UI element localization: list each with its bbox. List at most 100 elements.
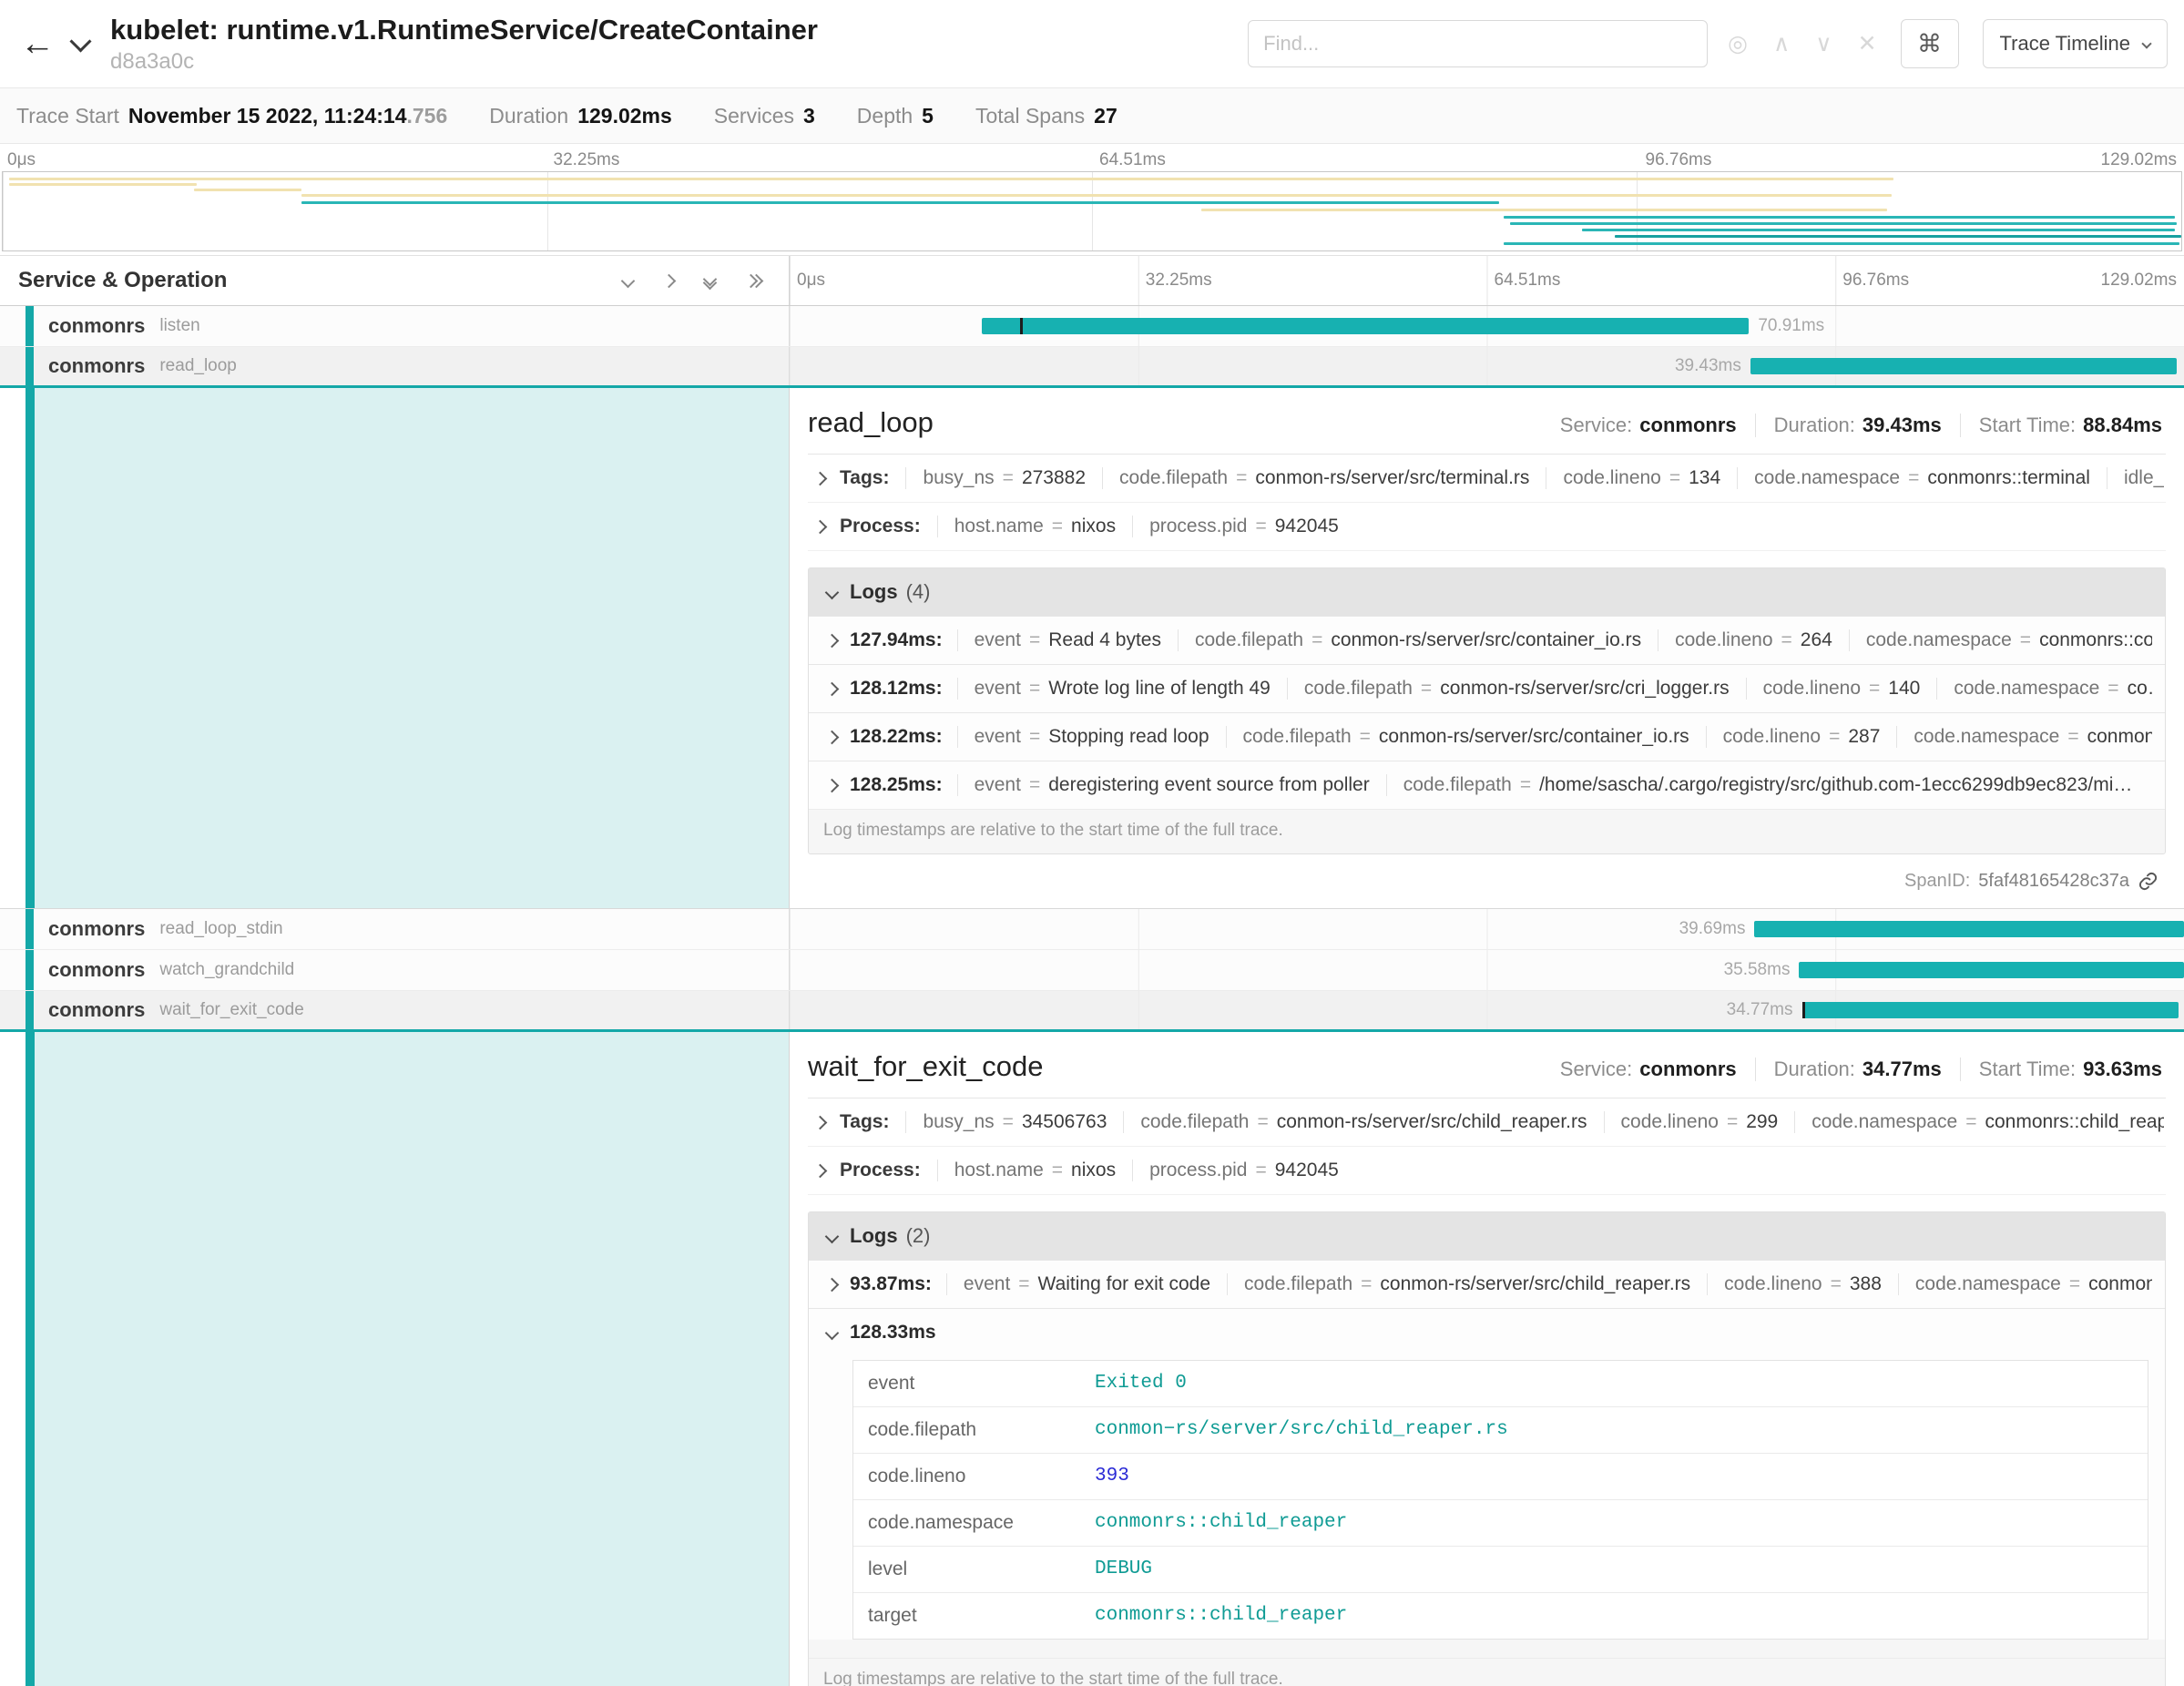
focus-result-icon[interactable]: ◎	[1728, 33, 1748, 56]
expand-all-icon[interactable]	[746, 276, 761, 286]
logs-header[interactable]: Logs (4)	[809, 568, 2165, 616]
tag-item: event=Waiting for exit code	[946, 1273, 1227, 1295]
back-button[interactable]: ←	[11, 26, 64, 61]
equals-sign: =	[1669, 467, 1680, 488]
tags-row[interactable]: Tags: busy_ns=273882code.filepath=conmon…	[808, 455, 2166, 503]
tag-key: code.filepath	[1244, 1273, 1352, 1294]
log-field-value: Exited 0	[1086, 1361, 2148, 1406]
tag-key: event	[975, 629, 1021, 650]
log-field-key: code.lineno	[853, 1454, 1086, 1499]
operation-name: wait_for_exit_code	[159, 1000, 303, 1020]
tag-value: 388	[1850, 1273, 1882, 1294]
equals-sign: =	[1831, 1273, 1842, 1294]
log-field-row: code.namespace conmonrs::child_reaper	[853, 1500, 2148, 1547]
expand-one-icon[interactable]	[664, 276, 674, 286]
tag-value: Wrote log line of length 49	[1048, 678, 1271, 699]
chevron-right-icon	[825, 681, 840, 696]
tag-value: 299	[1746, 1111, 1778, 1132]
log-field-value: DEBUG	[1086, 1547, 2148, 1592]
minimap-span-line	[301, 201, 1500, 204]
minimap-span-line	[1615, 235, 2181, 238]
tag-key: code.lineno	[1724, 1273, 1822, 1294]
logs-note: Log timestamps are relative to the start…	[809, 809, 2165, 853]
timeline-ruler[interactable]: 0μs 32.25ms 64.51ms 96.76ms 129.02ms	[790, 256, 2184, 305]
tag-item: event=deregistering event source from po…	[957, 774, 1386, 796]
log-fields: event=Waiting for exit code code.filepath…	[946, 1273, 2152, 1295]
tag-item: code.namespace=conmonrs::co…	[1849, 629, 2152, 651]
span-detail-meta: Service:conmonrs Duration:39.43ms Start …	[1542, 414, 2166, 437]
logs-note: Log timestamps are relative to the start…	[809, 1658, 2165, 1686]
link-icon[interactable]	[2138, 871, 2158, 892]
tag-item: code.lineno=140	[1746, 678, 1937, 700]
prev-result-icon[interactable]: ∧	[1773, 33, 1790, 56]
collapse-all-icon[interactable]	[705, 274, 715, 288]
tag-value: 264	[1801, 629, 1832, 650]
next-result-icon[interactable]: ∨	[1815, 33, 1832, 56]
span-bar[interactable]	[982, 318, 1749, 334]
detail-service: conmonrs	[1639, 414, 1736, 436]
minimap-span-line	[1201, 209, 1887, 211]
log-field-key: level	[853, 1547, 1086, 1592]
log-entry[interactable]: 128.22ms: event=Stopping read loopcode.f…	[809, 712, 2165, 761]
trace-timeline-dropdown[interactable]: Trace Timeline	[1983, 19, 2168, 68]
tag-key: code.filepath	[1195, 629, 1303, 650]
detail-highlight	[35, 1032, 789, 1686]
log-timestamp: 128.12ms:	[850, 678, 943, 700]
tag-value: 273882	[1022, 467, 1086, 488]
title-block: kubelet: runtime.v1.RuntimeService/Creat…	[94, 14, 1248, 75]
log-entry[interactable]: 93.87ms: event=Waiting for exit codecode…	[809, 1260, 2165, 1308]
span-bar[interactable]	[1750, 358, 2177, 374]
timeline-minimap[interactable]: 0μs 32.25ms 64.51ms 96.76ms 129.02ms	[0, 144, 2184, 255]
detail-start-time: 93.63ms	[2083, 1058, 2162, 1080]
tag-key: host.name	[954, 516, 1044, 536]
logs-header[interactable]: Logs (2)	[809, 1212, 2165, 1260]
expand-collapse-controls	[623, 274, 761, 288]
clear-search-icon[interactable]: ✕	[1858, 33, 1877, 56]
tag-key: event	[975, 678, 1021, 699]
tag-value: conmon-rs/server/src/cri_logger.rs	[1440, 678, 1729, 699]
chevron-down-icon	[825, 1229, 840, 1243]
log-field-row: event Exited 0	[853, 1361, 2148, 1407]
span-bar[interactable]	[1754, 921, 2184, 937]
trace-timeline-view: ← kubelet: runtime.v1.RuntimeService/Cre…	[0, 0, 2184, 1686]
log-entry[interactable]: 128.12ms: event=Wrote log line of length…	[809, 664, 2165, 712]
equals-sign: =	[2067, 726, 2078, 747]
chevron-right-icon	[813, 519, 828, 534]
span-row-listen[interactable]: conmonrs listen 70.91ms	[0, 306, 2184, 347]
collapse-one-icon[interactable]	[623, 276, 633, 286]
span-detail-read-loop: read_loop Service:conmonrs Duration:39.4…	[0, 388, 2184, 909]
minimap-tick: 32.25ms	[554, 150, 620, 170]
span-row-wait-for-exit-code[interactable]: conmonrs wait_for_exit_code 34.77ms	[0, 991, 2184, 1032]
tag-item: process.pid=942045	[1132, 516, 1355, 537]
tag-item: code.filepath=conmon-rs/server/src/child…	[1123, 1111, 1603, 1133]
tag-key: code.lineno	[1675, 629, 1772, 650]
operation-name: watch_grandchild	[159, 960, 294, 980]
tag-value: Waiting for exit code	[1038, 1273, 1210, 1294]
span-bar[interactable]	[1799, 962, 2184, 978]
span-bar[interactable]	[1802, 1002, 2179, 1018]
log-entry[interactable]: 128.25ms: event=deregistering event sour…	[809, 761, 2165, 809]
tag-value: 34506763	[1022, 1111, 1107, 1132]
ruler-tick: 32.25ms	[1146, 271, 1212, 291]
log-entry-expanded-header[interactable]: 128.33ms	[809, 1309, 2165, 1356]
span-row-read-loop[interactable]: conmonrs read_loop 39.43ms	[0, 347, 2184, 388]
find-input[interactable]	[1248, 20, 1708, 67]
operation-name: read_loop_stdin	[159, 919, 282, 939]
process-row[interactable]: Process: host.name=nixosprocess.pid=9420…	[808, 503, 2166, 551]
process-row[interactable]: Process: host.name=nixosprocess.pid=9420…	[808, 1147, 2166, 1195]
log-field-row: code.lineno 393	[853, 1454, 2148, 1500]
tag-key: code.filepath	[1304, 678, 1413, 699]
service-operation-title: Service & Operation	[18, 268, 227, 293]
tags-row[interactable]: Tags: busy_ns=34506763code.filepath=conm…	[808, 1098, 2166, 1147]
keyboard-shortcuts-button[interactable]: ⌘	[1901, 19, 1959, 68]
log-entry[interactable]: 127.94ms: event=Read 4 bytescode.filepat…	[809, 616, 2165, 664]
tag-value: conmon-rs/server/src/container_io.rs	[1331, 629, 1641, 650]
log-field-value: conmonrs::child_reaper	[1086, 1593, 2148, 1639]
collapse-trace-header-icon[interactable]	[73, 33, 88, 55]
span-row-read-loop-stdin[interactable]: conmonrs read_loop_stdin 39.69ms	[0, 909, 2184, 950]
minimap-canvas[interactable]	[2, 171, 2182, 251]
tag-key: code.namespace	[1866, 629, 2012, 650]
tag-key: code.namespace	[1811, 1111, 1957, 1132]
span-row-watch-grandchild[interactable]: conmonrs watch_grandchild 35.58ms	[0, 950, 2184, 991]
minimap-span-line	[1582, 229, 2175, 231]
